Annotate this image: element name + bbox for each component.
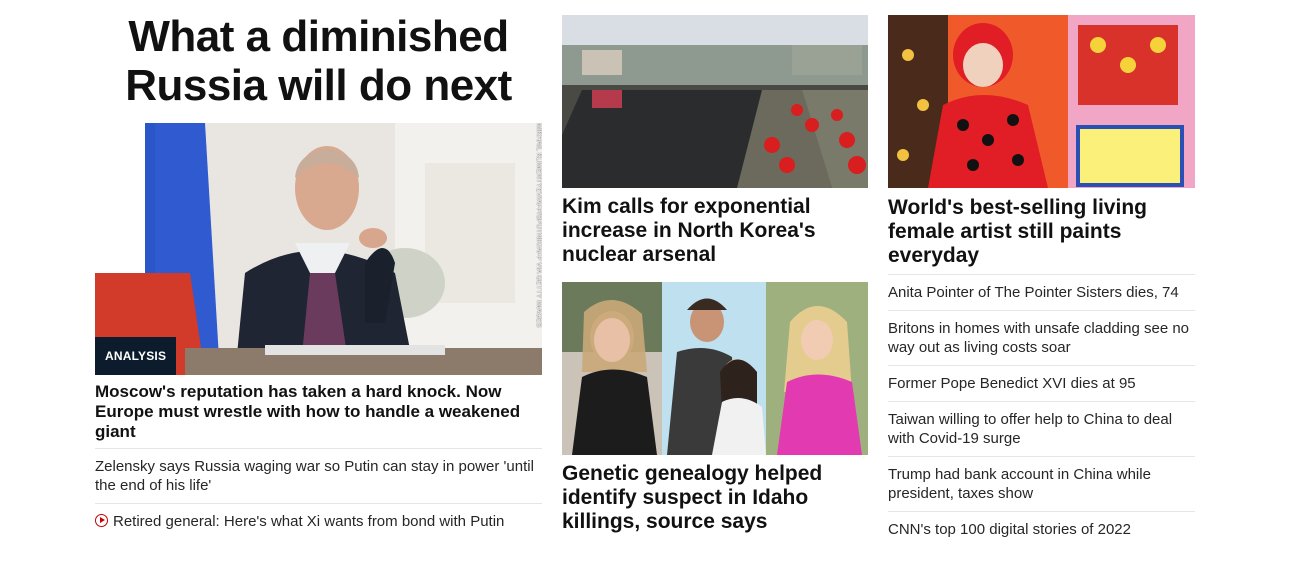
headline-link[interactable]: Trump had bank account in China while pr… bbox=[888, 466, 1151, 502]
lead-summary[interactable]: Moscow's reputation has taken a hard kno… bbox=[95, 382, 535, 442]
story-title[interactable]: Kim calls for exponential increase in No… bbox=[562, 195, 862, 267]
idaho-victims-image[interactable] bbox=[562, 282, 868, 455]
analysis-badge: ANALYSIS bbox=[95, 337, 177, 375]
parade-image[interactable] bbox=[562, 15, 868, 188]
list-item[interactable]: Retired general: Here's what Xi wants fr… bbox=[95, 503, 542, 539]
story-title[interactable]: Genetic genealogy helped identify suspec… bbox=[562, 462, 862, 534]
list-item[interactable]: Zelensky says Russia waging war so Putin… bbox=[95, 448, 542, 503]
list-item[interactable]: Taiwan willing to offer help to China to… bbox=[888, 401, 1195, 456]
artist-image[interactable] bbox=[888, 15, 1195, 188]
related-link[interactable]: Zelensky says Russia waging war so Putin… bbox=[95, 458, 534, 494]
headline-list: Anita Pointer of The Pointer Sisters die… bbox=[888, 274, 1195, 547]
headline-link[interactable]: Taiwan willing to offer help to China to… bbox=[888, 411, 1172, 447]
related-link[interactable]: Retired general: Here's what Xi wants fr… bbox=[113, 513, 504, 530]
lead-headline[interactable]: What a diminished Russia will do next bbox=[95, 12, 542, 110]
list-item[interactable]: Anita Pointer of The Pointer Sisters die… bbox=[888, 274, 1195, 310]
list-item[interactable]: Former Pope Benedict XVI dies at 95 bbox=[888, 365, 1195, 401]
headline-link[interactable]: Former Pope Benedict XVI dies at 95 bbox=[888, 375, 1136, 392]
list-item[interactable]: Trump had bank account in China while pr… bbox=[888, 456, 1195, 511]
story-title[interactable]: World's best-selling living female artis… bbox=[888, 196, 1188, 268]
lead-story-image[interactable]: MIKHAIL KLIMENTYEV/AFP/SPUTNIK/AFP VIA G… bbox=[95, 123, 542, 375]
list-item[interactable]: Britons in homes with unsafe cladding se… bbox=[888, 310, 1195, 365]
play-icon bbox=[95, 514, 108, 527]
photo-credit: MIKHAIL KLIMENTYEV/AFP/SPUTNIK/AFP VIA G… bbox=[535, 123, 542, 328]
headline-link[interactable]: Britons in homes with unsafe cladding se… bbox=[888, 320, 1189, 356]
headline-link[interactable]: CNN's top 100 digital stories of 2022 bbox=[888, 521, 1131, 538]
headline-link[interactable]: Anita Pointer of The Pointer Sisters die… bbox=[888, 284, 1179, 301]
related-links: Zelensky says Russia waging war so Putin… bbox=[95, 448, 542, 539]
list-item[interactable]: CNN's top 100 digital stories of 2022 bbox=[888, 511, 1195, 547]
